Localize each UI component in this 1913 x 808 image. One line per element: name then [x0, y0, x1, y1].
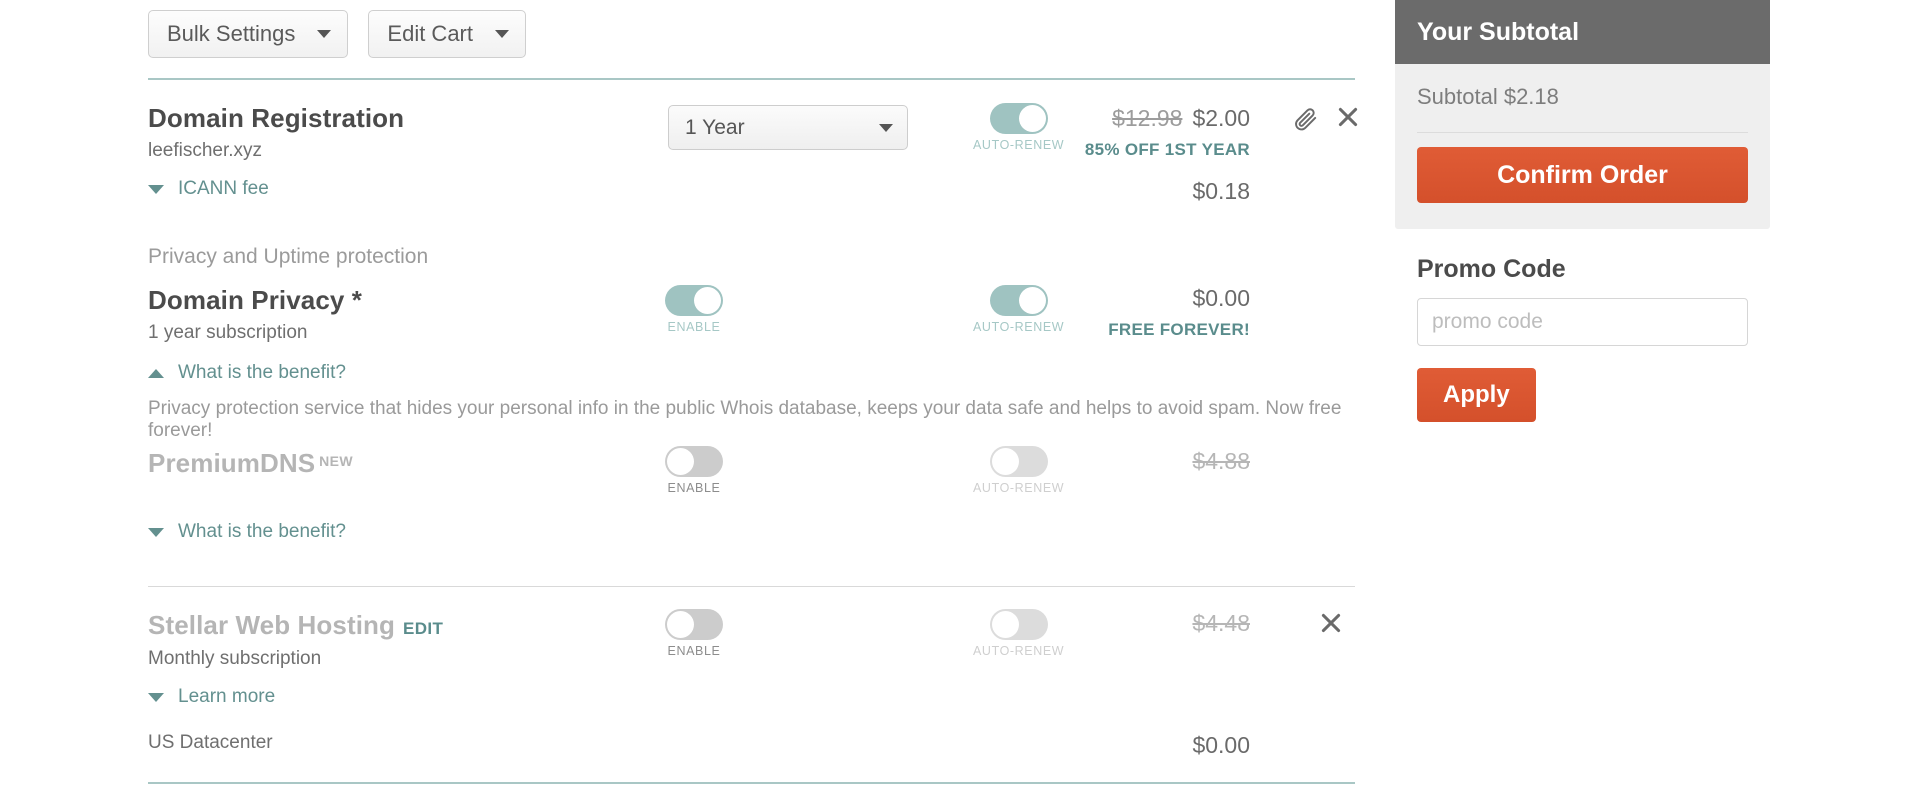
hosting-auto-renew-label: AUTO-RENEW [973, 644, 1065, 658]
icann-fee-label: ICANN fee [178, 178, 269, 199]
cart-toolbar: Bulk Settings Edit Cart [148, 10, 526, 58]
chevron-down-icon [495, 30, 509, 38]
remove-hosting-button[interactable] [1318, 610, 1344, 641]
hosting-enable-label: ENABLE [667, 644, 721, 658]
icann-fee-price: $0.18 [1030, 178, 1250, 205]
hosting-title: Stellar Web Hosting EDIT [148, 610, 443, 641]
premiumdns-new-badge: NEW [319, 452, 354, 469]
premiumdns-enable-label: ENABLE [667, 481, 721, 495]
edit-cart-label: Edit Cart [387, 21, 473, 46]
premiumdns-price-block: $4.88 [1030, 448, 1250, 475]
chevron-up-icon [148, 368, 164, 378]
domain-term-select[interactable]: 1 Year [668, 105, 908, 150]
privacy-benefit-label: What is the benefit? [178, 362, 346, 383]
subtotal-body: Subtotal $2.18 Confirm Order [1395, 64, 1770, 229]
hosting-sub-text: Monthly subscription [148, 648, 322, 669]
premiumdns-price: $4.88 [1192, 448, 1250, 474]
subtotal-amount: Subtotal $2.18 [1417, 84, 1559, 109]
protection-section-text: Privacy and Uptime protection [148, 245, 429, 268]
privacy-benefit-toggle-link[interactable]: What is the benefit? [148, 362, 346, 384]
premiumdns-benefit-toggle-link[interactable]: What is the benefit? [148, 521, 346, 543]
premiumdns-title: PremiumDNS NEW [148, 448, 353, 479]
privacy-title: Domain Privacy * [148, 285, 362, 316]
checkout-cart-page: Bulk Settings Edit Cart Domain Registrat… [0, 0, 1913, 808]
privacy-title-text: Domain Privacy * [148, 285, 363, 315]
hosting-title-text: Stellar Web Hosting [148, 610, 396, 640]
privacy-sub: 1 year subscription [148, 322, 307, 344]
domain-name-text: leefischer.xyz [148, 140, 263, 161]
attach-icon[interactable] [1292, 106, 1318, 137]
toggle-knob [667, 448, 694, 475]
hosting-enable-toggle[interactable]: ENABLE [665, 609, 723, 658]
divider-middle [148, 586, 1355, 587]
promo-section: Promo Code Apply [1395, 229, 1770, 422]
promo-code-input[interactable] [1417, 298, 1748, 346]
privacy-benefit-text: Privacy protection service that hides yo… [148, 398, 1358, 442]
edit-cart-dropdown[interactable]: Edit Cart [368, 10, 526, 58]
premiumdns-title-text: PremiumDNS [148, 448, 316, 478]
subtotal-card: Your Subtotal Subtotal $2.18 Confirm Ord… [1395, 0, 1770, 229]
hosting-price: $4.48 [1192, 610, 1250, 636]
domain-price-note: 85% OFF 1ST YEAR [1084, 140, 1250, 159]
toggle-track [665, 285, 723, 316]
hosting-price-block: $4.48 [1030, 610, 1250, 637]
toggle-knob [991, 611, 1019, 638]
subtotal-divider [1417, 132, 1748, 133]
hosting-sub: Monthly subscription [148, 648, 321, 670]
premiumdns-auto-renew-label: AUTO-RENEW [973, 481, 1065, 495]
domain-title: Domain Registration [148, 103, 404, 134]
divider-top [148, 78, 1355, 80]
chevron-down-icon [879, 123, 893, 132]
chevron-down-icon [317, 30, 332, 38]
order-sidebar: Your Subtotal Subtotal $2.18 Confirm Ord… [1395, 0, 1770, 422]
bulk-settings-dropdown[interactable]: Bulk Settings [148, 10, 349, 58]
domain-title-text: Domain Registration [148, 103, 405, 133]
subtotal-title: Your Subtotal [1417, 17, 1580, 46]
apply-promo-button[interactable]: Apply [1417, 368, 1536, 422]
hosting-datacenter-price-block: $0.00 [1030, 732, 1250, 759]
confirm-order-button[interactable]: Confirm Order [1417, 147, 1748, 203]
hosting-learn-more-link[interactable]: Learn more [148, 686, 275, 708]
promo-code-title: Promo Code [1417, 255, 1566, 283]
protection-section-label: Privacy and Uptime protection [148, 245, 428, 269]
domain-name: leefischer.xyz [148, 140, 262, 162]
premiumdns-enable-toggle[interactable]: ENABLE [665, 446, 723, 495]
toggle-knob [694, 287, 721, 314]
domain-price-old: $12.98 [1112, 105, 1183, 131]
hosting-edit-link[interactable]: EDIT [403, 619, 443, 638]
subtotal-header: Your Subtotal [1395, 0, 1770, 64]
chevron-down-icon [148, 692, 164, 702]
icann-fee-toggle-link[interactable]: ICANN fee [148, 178, 269, 200]
chevron-down-icon [148, 184, 164, 194]
domain-term-value: 1 Year [685, 115, 745, 139]
cart-column: Bulk Settings Edit Cart Domain Registrat… [0, 0, 1395, 808]
hosting-learn-more-label: Learn more [178, 686, 276, 707]
privacy-price: $0.00 [1192, 285, 1250, 311]
privacy-enable-label: ENABLE [667, 320, 721, 334]
remove-domain-button[interactable] [1335, 104, 1361, 135]
hosting-datacenter-label: US Datacenter [148, 732, 273, 753]
toggle-knob [991, 448, 1019, 475]
premiumdns-benefit-label: What is the benefit? [178, 521, 346, 542]
hosting-datacenter: US Datacenter [148, 732, 273, 754]
bulk-settings-label: Bulk Settings [167, 21, 296, 46]
icann-fee-price-text: $0.18 [1192, 178, 1250, 204]
hosting-datacenter-price: $0.00 [1192, 732, 1250, 758]
toggle-knob [667, 611, 694, 638]
privacy-price-block: $0.00 FREE FOREVER! [1030, 285, 1250, 340]
chevron-down-icon [148, 527, 164, 537]
privacy-price-note: FREE FOREVER! [1108, 320, 1250, 339]
privacy-sub-text: 1 year subscription [148, 322, 308, 343]
domain-price-block: $12.98 $2.00 85% OFF 1ST YEAR [1030, 105, 1250, 160]
toggle-track [665, 446, 723, 477]
privacy-enable-toggle[interactable]: ENABLE [665, 285, 723, 334]
divider-bottom [148, 782, 1355, 784]
toggle-track [665, 609, 723, 640]
domain-price-new: $2.00 [1192, 105, 1250, 131]
privacy-benefit-description: Privacy protection service that hides yo… [148, 398, 1342, 441]
